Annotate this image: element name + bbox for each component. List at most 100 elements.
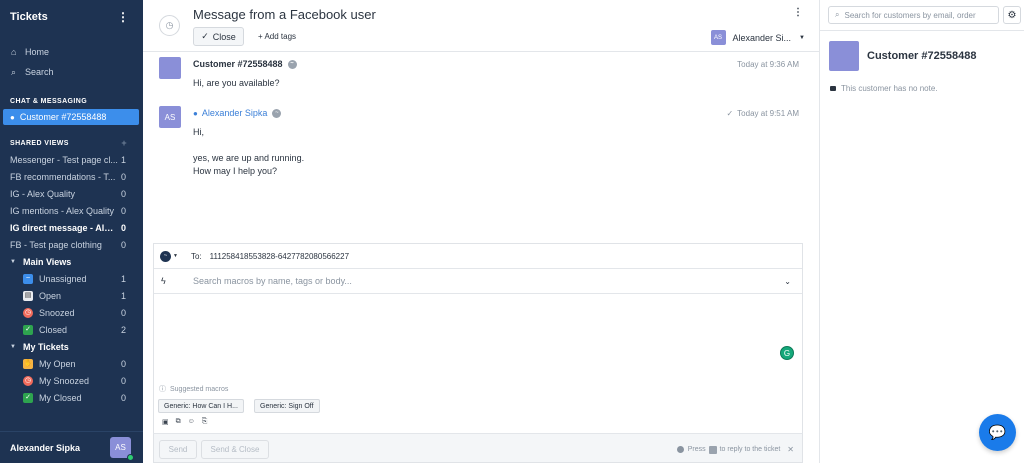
view-item-my-closed[interactable]: ✓ My Closed 0 [0, 389, 143, 406]
info-icon: ⓘ [159, 386, 166, 393]
sidebar-footer: Alexander Sipka AS [0, 431, 143, 463]
current-user-name: Alexander Sipka [10, 442, 81, 453]
to-label: To: [190, 251, 202, 261]
message-author[interactable]: ● Alexander Sipka ~ [193, 108, 282, 118]
macro-search-input[interactable] [193, 276, 753, 286]
assignee-name: Alexander Si... [732, 32, 792, 43]
lightning-icon: ϟ [161, 276, 166, 286]
ticket-subject[interactable]: Message from a Facebook user [193, 7, 376, 22]
group-my-tickets[interactable]: ▼ My Tickets [0, 338, 143, 355]
view-item[interactable]: IG mentions - Alex Quality 0 [0, 202, 143, 219]
alarm-clock-icon: ◷ [23, 375, 33, 386]
view-item-unassigned[interactable]: ~ Unassigned 1 [0, 270, 143, 287]
view-label: My Closed [39, 392, 82, 403]
message-body: Hi, yes, we are up and running. How may … [193, 126, 304, 178]
view-item-open[interactable]: ▤ Open 1 [0, 287, 143, 304]
paperclip-icon[interactable]: ⎘ [202, 418, 208, 426]
view-item[interactable]: Messenger - Test page cl... 1 [0, 151, 143, 168]
caret-down-icon: ▼ [799, 34, 805, 41]
message-customer: Customer #72558488 ~ Today at 9:36 AM Hi… [159, 57, 799, 97]
view-count: 2 [120, 324, 126, 335]
sidebar-item-active-chat[interactable]: ● Customer #72558488 [3, 109, 139, 125]
attachment-gallery-icon[interactable]: ⧉ [176, 418, 181, 426]
message-line: Hi, are you available? [193, 78, 280, 88]
customer-search-input[interactable] [844, 10, 995, 20]
messenger-icon: ● [10, 112, 15, 122]
message-author[interactable]: Customer #72558488 ~ [193, 59, 297, 69]
view-label: IG mentions - Alex Quality [10, 205, 115, 216]
agent-avatar: AS [159, 106, 181, 128]
close-ticket-button[interactable]: ✓ Close [193, 27, 244, 46]
chevron-down-icon[interactable]: ⌄ [784, 277, 791, 286]
view-label: FB recommendations - T... [10, 171, 116, 182]
suggested-macro-button[interactable]: Generic: Sign Off [254, 399, 320, 413]
view-item-my-snoozed[interactable]: ◷ My Snoozed 0 [0, 372, 143, 389]
view-item-closed[interactable]: ✓ Closed 2 [0, 321, 143, 338]
view-item[interactable]: FB - Test page clothing 0 [0, 236, 143, 253]
keyboard-key-icon [708, 445, 717, 454]
current-user-avatar[interactable]: AS [110, 437, 134, 461]
online-status-dot [127, 454, 134, 461]
ticket-main: ◷ Message from a Facebook user ⋮ ✓ Close… [143, 0, 819, 463]
section-chat-messaging: CHAT & MESSAGING [0, 93, 143, 109]
section-label: CHAT & MESSAGING [10, 97, 88, 105]
view-count: 0 [120, 188, 126, 199]
messenger-channel-icon[interactable]: ~ [160, 250, 171, 262]
customer-panel: ⌕ ⚙ Customer #72558488 This customer has… [819, 0, 1024, 463]
author-name: Alexander Sipka [201, 108, 268, 118]
search-icon: ⌕ [11, 66, 17, 77]
caret-down-icon[interactable]: ▼ [173, 253, 178, 259]
add-tags-button[interactable]: + Add tags [258, 32, 296, 41]
group-label: Main Views [22, 256, 72, 267]
chat-widget-button[interactable]: 💬 [979, 414, 1016, 451]
view-label: Closed [39, 324, 68, 335]
send-button[interactable]: Send [159, 440, 197, 459]
section-shared-views: SHARED VIEWS + [0, 135, 143, 151]
send-bar: Send Send & Close Press to reply to the … [153, 433, 803, 463]
message-line: How may I help you? [193, 166, 278, 176]
history-icon[interactable]: ◷ [159, 15, 180, 36]
send-close-button[interactable]: Send & Close [201, 440, 269, 459]
customer-name[interactable]: Customer #72558488 [867, 50, 976, 62]
caret-down-icon: ▼ [10, 343, 16, 350]
view-label: FB - Test page clothing [10, 239, 102, 250]
view-count: 0 [120, 375, 126, 386]
view-count: 0 [120, 239, 126, 250]
customer-note[interactable]: This customer has no note. [830, 84, 938, 93]
search-icon: ⌕ [835, 10, 840, 19]
hint-text: to reply to the ticket [719, 446, 781, 453]
view-label: Snoozed [39, 307, 75, 318]
sent-check-icon: ✓ [726, 109, 734, 118]
check-icon: ✓ [23, 392, 33, 403]
sidebar-item-search[interactable]: ⌕ Search [0, 62, 143, 82]
sidebar-menu-icon[interactable]: ⋮ [117, 11, 129, 23]
avatar-initials: AS [115, 443, 126, 452]
emoji-icon[interactable]: ☺ [188, 418, 195, 426]
close-icon[interactable]: ✕ [787, 445, 794, 454]
image-icon[interactable]: ▣ [162, 418, 169, 426]
ticket-menu-icon[interactable]: ⋮ [793, 7, 803, 18]
sidebar-item-label: Search [25, 67, 54, 77]
view-item-snoozed[interactable]: ◷ Snoozed 0 [0, 304, 143, 321]
divider [820, 30, 1024, 31]
message-time: ✓ Today at 9:51 AM [726, 109, 799, 118]
view-item-my-open[interactable]: ✋ My Open 0 [0, 355, 143, 372]
time-label: Today at 9:51 AM [737, 109, 799, 118]
view-count: 0 [120, 307, 126, 318]
suggested-macro-button[interactable]: Generic: How Can I H... [158, 399, 244, 413]
suggested-macros-label: ⓘ Suggested macros [159, 384, 228, 394]
grammarly-icon[interactable]: G [780, 346, 794, 360]
add-view-icon[interactable]: + [121, 138, 127, 148]
sidebar-item-home[interactable]: ⌂ Home [0, 42, 143, 62]
note-icon [830, 86, 836, 91]
view-item[interactable]: IG direct message - Alex... 0 [0, 219, 143, 236]
recipient-value[interactable]: 111258418553828-6427782080566227 [210, 252, 349, 261]
assignee-dropdown[interactable]: AS Alexander Si... ▼ [710, 30, 805, 45]
inbox-icon: ▤ [23, 290, 33, 301]
gear-icon[interactable]: ⚙ [1003, 6, 1021, 24]
messenger-icon: ~ [287, 59, 297, 69]
group-main-views[interactable]: ▼ Main Views [0, 253, 143, 270]
sidebar-item-label: Customer #72558488 [19, 112, 107, 122]
view-item[interactable]: FB recommendations - T... 0 [0, 168, 143, 185]
view-item[interactable]: IG - Alex Quality 0 [0, 185, 143, 202]
